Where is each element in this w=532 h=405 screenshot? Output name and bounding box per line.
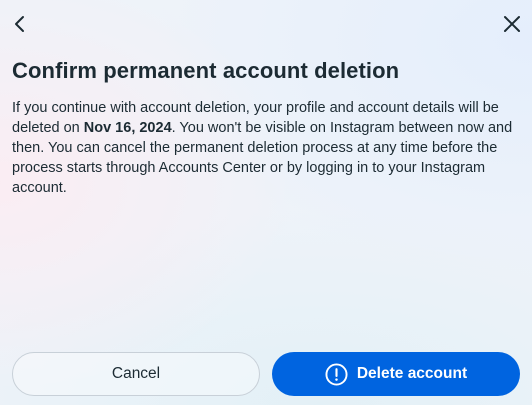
back-button[interactable] <box>6 10 34 38</box>
delete-account-button[interactable]: Delete account <box>272 352 520 396</box>
cancel-button-label: Cancel <box>111 365 161 382</box>
close-button[interactable] <box>498 10 526 38</box>
alert-circle-icon <box>325 362 348 386</box>
cancel-button[interactable]: Cancel <box>12 352 260 396</box>
page-title: Confirm permanent account deletion <box>12 58 400 83</box>
close-icon <box>502 14 522 34</box>
deletion-description: If you continue with account deletion, y… <box>12 98 524 198</box>
chevron-left-icon <box>11 15 29 33</box>
deletion-date: Nov 16, 2024 <box>83 120 172 136</box>
delete-account-button-label: Delete account <box>356 365 468 382</box>
